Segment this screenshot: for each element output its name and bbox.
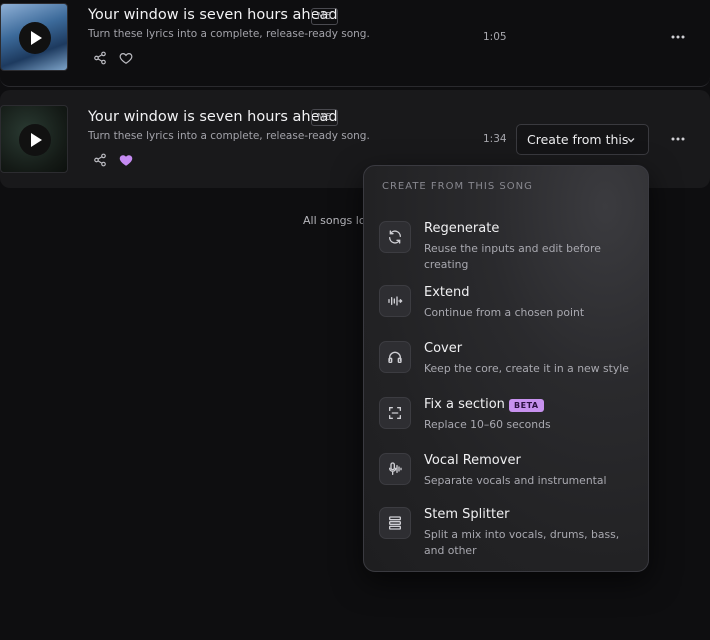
song-prompt: Turn these lyrics into a complete, relea… <box>88 130 370 142</box>
more-options-icon[interactable] <box>670 29 686 45</box>
song-duration: 1:05 <box>483 31 507 43</box>
menu-item-desc: Reuse the inputs and edit before creatin… <box>424 242 601 271</box>
share-icon[interactable] <box>93 51 107 65</box>
menu-item-vocal-remover[interactable]: Vocal Remover Separate vocals and instru… <box>379 453 635 491</box>
menu-item-desc: Separate vocals and instrumental <box>424 474 607 487</box>
menu-item-stem-splitter[interactable]: Stem Splitter Split a mix into vocals, d… <box>379 507 635 557</box>
more-options-icon[interactable] <box>670 131 686 147</box>
menu-item-cover[interactable]: Cover Keep the core, create it in a new … <box>379 341 635 379</box>
menu-item-desc: Split a mix into vocals, drums, bass, an… <box>424 528 620 557</box>
heart-icon[interactable] <box>119 51 133 65</box>
stems-icon <box>379 507 411 539</box>
menu-item-label: Fix a section <box>424 397 505 412</box>
play-icon[interactable] <box>19 22 51 54</box>
song-title[interactable]: Your window is seven hours ahead <box>88 109 338 125</box>
song-duration: 1:34 <box>483 133 507 145</box>
song-prompt: Turn these lyrics into a complete, relea… <box>88 28 370 40</box>
create-from-this-button[interactable]: Create from this <box>516 124 649 155</box>
menu-header: CREATE FROM THIS SONG <box>382 181 533 192</box>
menu-item-desc: Keep the core, create it in a new style <box>424 362 629 375</box>
share-icon[interactable] <box>93 153 107 167</box>
menu-item-regenerate[interactable]: Regenerate Reuse the inputs and edit bef… <box>379 221 635 271</box>
play-icon[interactable] <box>19 124 51 156</box>
waveform-arrow-icon <box>379 285 411 317</box>
song-title[interactable]: Your window is seven hours ahead <box>88 7 338 23</box>
create-from-this-label: Create from this <box>527 132 629 147</box>
heart-filled-icon[interactable] <box>119 153 133 167</box>
model-badge: M5 <box>311 109 338 126</box>
list-end-note: All songs lo <box>303 214 366 227</box>
mic-split-icon <box>379 453 411 485</box>
chevron-down-icon <box>627 138 635 143</box>
menu-item-desc: Continue from a chosen point <box>424 306 585 319</box>
menu-item-extend[interactable]: Extend Continue from a chosen point <box>379 285 635 323</box>
song-cover[interactable] <box>0 105 68 173</box>
menu-item-label: Vocal Remover <box>424 453 521 468</box>
menu-item-fix-section[interactable]: Fix a section BETA Replace 10–60 seconds <box>379 397 635 435</box>
beta-badge: BETA <box>509 399 544 412</box>
refresh-icon <box>379 221 411 253</box>
song-row[interactable]: Your window is seven hours ahead M5 Turn… <box>0 0 710 87</box>
menu-item-label: Stem Splitter <box>424 507 510 522</box>
model-badge: M5 <box>311 8 338 25</box>
menu-item-label: Cover <box>424 341 463 356</box>
headphones-icon <box>379 341 411 373</box>
menu-item-desc: Replace 10–60 seconds <box>424 418 551 431</box>
menu-item-label: Extend <box>424 285 470 300</box>
create-from-song-menu: CREATE FROM THIS SONG Regenerate Reuse t… <box>363 165 649 572</box>
song-cover[interactable] <box>0 3 68 71</box>
frame-select-icon <box>379 397 411 429</box>
menu-item-label: Regenerate <box>424 221 500 236</box>
